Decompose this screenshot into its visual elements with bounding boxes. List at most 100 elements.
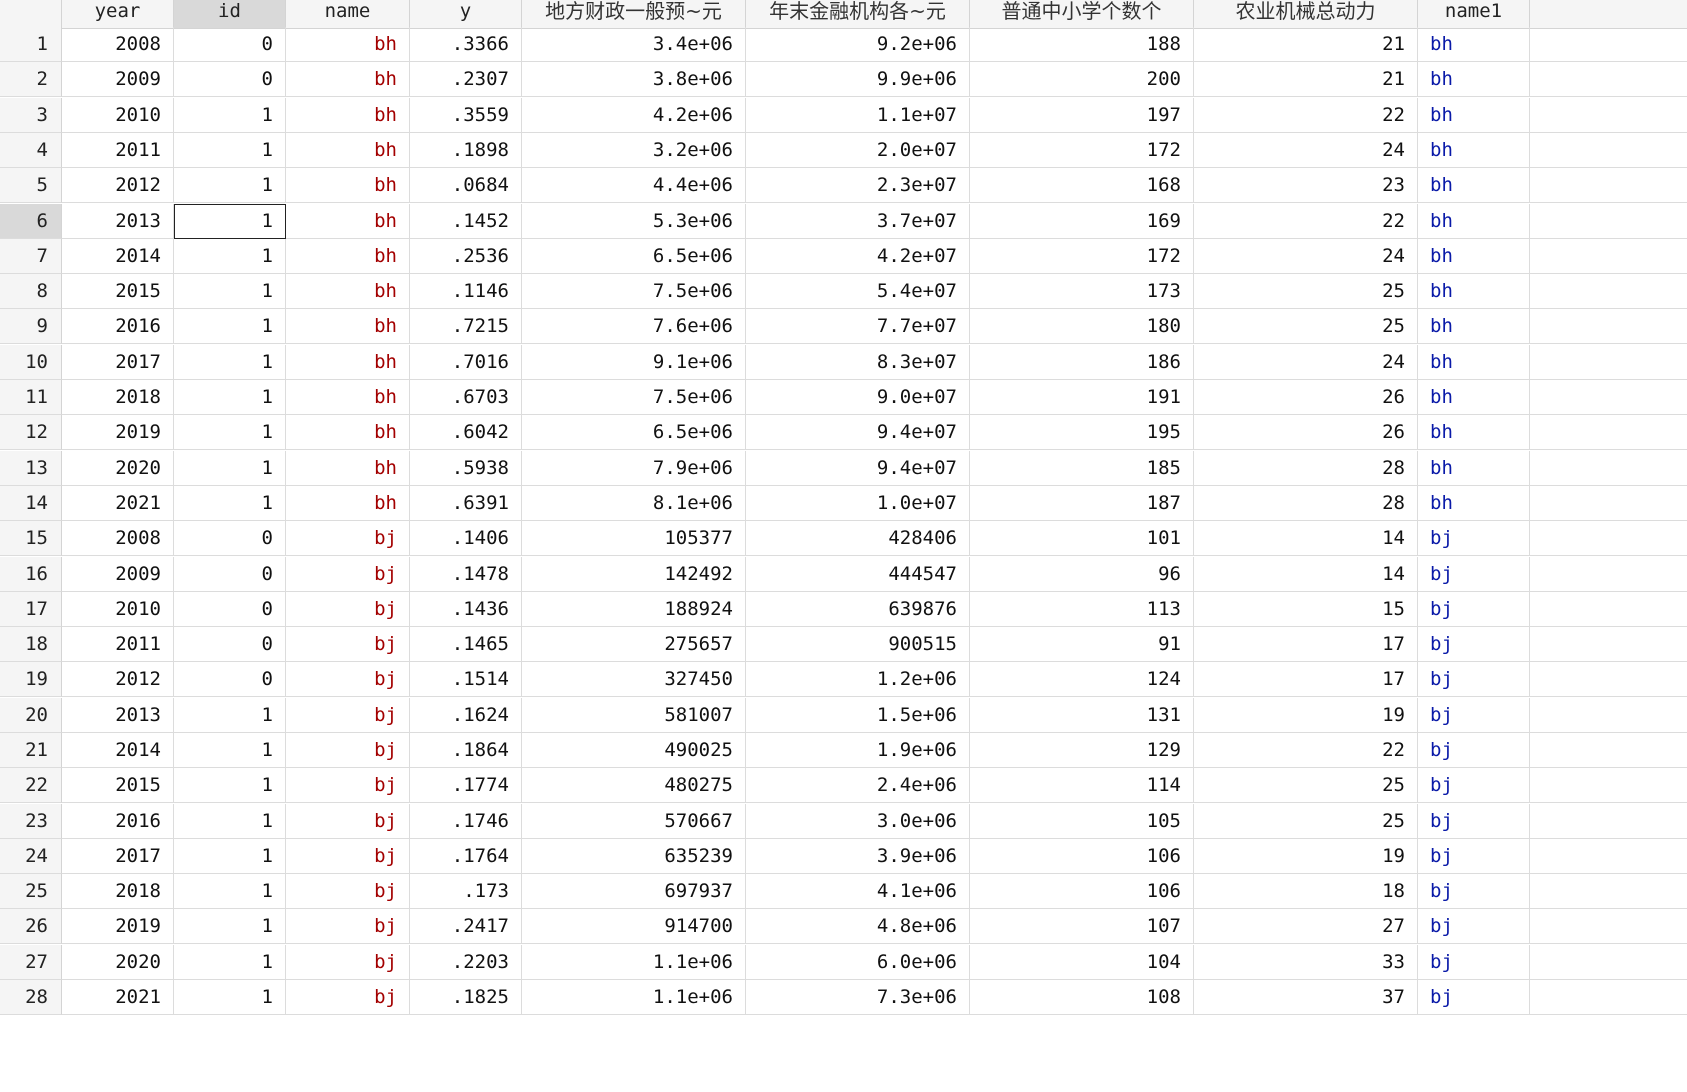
cell-financial-institutions-year-end[interactable]: 444547 <box>746 557 970 592</box>
cell-agri-machinery-power[interactable]: 23 <box>1194 168 1418 203</box>
cell-y[interactable]: .3366 <box>410 27 522 62</box>
cell-name[interactable]: bh <box>286 415 410 450</box>
cell-primary-secondary-schools[interactable]: 172 <box>970 133 1194 168</box>
cell-financial-institutions-year-end[interactable]: 9.2e+06 <box>746 27 970 62</box>
cell-name[interactable]: bj <box>286 557 410 592</box>
cell-id[interactable]: 1 <box>174 874 286 909</box>
cell-name1[interactable]: bj <box>1418 768 1530 803</box>
cell-local-fiscal-budget[interactable]: 275657 <box>522 627 746 662</box>
cell-name1[interactable]: bh <box>1418 486 1530 521</box>
row-number[interactable]: 7 <box>0 239 62 274</box>
cell-primary-secondary-schools[interactable]: 186 <box>970 345 1194 380</box>
cell-primary-secondary-schools[interactable]: 106 <box>970 874 1194 909</box>
cell-name1[interactable]: bh <box>1418 451 1530 486</box>
cell-name1[interactable]: bh <box>1418 62 1530 97</box>
cell-agri-machinery-power[interactable]: 33 <box>1194 945 1418 980</box>
cell-agri-machinery-power[interactable]: 15 <box>1194 592 1418 627</box>
cell-primary-secondary-schools[interactable]: 131 <box>970 698 1194 733</box>
cell-local-fiscal-budget[interactable]: 8.1e+06 <box>522 486 746 521</box>
cell-agri-machinery-power[interactable]: 19 <box>1194 839 1418 874</box>
cell-name1[interactable]: bh <box>1418 415 1530 450</box>
cell-year[interactable]: 2012 <box>62 662 174 697</box>
cell-primary-secondary-schools[interactable]: 107 <box>970 909 1194 944</box>
cell-id[interactable]: 1 <box>174 768 286 803</box>
cell-id[interactable]: 1 <box>174 486 286 521</box>
cell-year[interactable]: 2011 <box>62 133 174 168</box>
cell-financial-institutions-year-end[interactable]: 7.7e+07 <box>746 309 970 344</box>
row-number[interactable]: 24 <box>0 839 62 874</box>
cell-name[interactable]: bj <box>286 909 410 944</box>
cell-name[interactable]: bj <box>286 521 410 556</box>
cell-local-fiscal-budget[interactable]: 6.5e+06 <box>522 415 746 450</box>
cell-financial-institutions-year-end[interactable]: 3.7e+07 <box>746 204 970 239</box>
cell-name[interactable]: bh <box>286 274 410 309</box>
cell-y[interactable]: .1774 <box>410 768 522 803</box>
cell-name[interactable]: bh <box>286 27 410 62</box>
cell-name1[interactable]: bj <box>1418 698 1530 733</box>
row-number[interactable]: 9 <box>0 309 62 344</box>
cell-financial-institutions-year-end[interactable]: 7.3e+06 <box>746 980 970 1015</box>
cell-year[interactable]: 2015 <box>62 274 174 309</box>
cell-financial-institutions-year-end[interactable]: 2.0e+07 <box>746 133 970 168</box>
cell-id[interactable]: 0 <box>174 62 286 97</box>
cell-name[interactable]: bj <box>286 839 410 874</box>
data-editor-grid[interactable]: year id name y 地方财政一般预~元 年末金融机构各~元 普通中小学个数个 农业机… <box>0 0 1687 1092</box>
cell-year[interactable]: 2013 <box>62 698 174 733</box>
cell-y[interactable]: .6042 <box>410 415 522 450</box>
cell-financial-institutions-year-end[interactable]: 9.0e+07 <box>746 380 970 415</box>
cell-agri-machinery-power[interactable]: 25 <box>1194 804 1418 839</box>
cell-y[interactable]: .1746 <box>410 804 522 839</box>
cell-year[interactable]: 2011 <box>62 627 174 662</box>
cell-agri-machinery-power[interactable]: 17 <box>1194 627 1418 662</box>
cell-year[interactable]: 2018 <box>62 874 174 909</box>
cell-primary-secondary-schools[interactable]: 188 <box>970 27 1194 62</box>
cell-local-fiscal-budget[interactable]: 635239 <box>522 839 746 874</box>
cell-y[interactable]: .6391 <box>410 486 522 521</box>
cell-financial-institutions-year-end[interactable]: 1.1e+07 <box>746 98 970 133</box>
cell-id[interactable]: 1 <box>174 980 286 1015</box>
cell-id[interactable]: 1 <box>174 98 286 133</box>
cell-name[interactable]: bj <box>286 698 410 733</box>
cell-year[interactable]: 2013 <box>62 204 174 239</box>
cell-y[interactable]: .1406 <box>410 521 522 556</box>
cell-primary-secondary-schools[interactable]: 197 <box>970 98 1194 133</box>
cell-id[interactable]: 1 <box>174 415 286 450</box>
cell-local-fiscal-budget[interactable]: 142492 <box>522 557 746 592</box>
cell-name1[interactable]: bh <box>1418 168 1530 203</box>
row-number[interactable]: 26 <box>0 909 62 944</box>
cell-id[interactable]: 1 <box>174 839 286 874</box>
cell-name1[interactable]: bj <box>1418 733 1530 768</box>
cell-local-fiscal-budget[interactable]: 3.8e+06 <box>522 62 746 97</box>
row-number[interactable]: 6 <box>0 204 62 239</box>
cell-year[interactable]: 2019 <box>62 909 174 944</box>
cell-id[interactable]: 1 <box>174 274 286 309</box>
cell-financial-institutions-year-end[interactable]: 2.3e+07 <box>746 168 970 203</box>
cell-year[interactable]: 2021 <box>62 980 174 1015</box>
cell-year[interactable]: 2008 <box>62 27 174 62</box>
column-header-agri-machinery-power[interactable]: 农业机械总动力 <box>1194 0 1418 28</box>
cell-y[interactable]: .2536 <box>410 239 522 274</box>
row-number[interactable]: 10 <box>0 345 62 380</box>
cell-agri-machinery-power[interactable]: 22 <box>1194 98 1418 133</box>
row-number[interactable]: 8 <box>0 274 62 309</box>
cell-primary-secondary-schools[interactable]: 129 <box>970 733 1194 768</box>
cell-agri-machinery-power[interactable]: 22 <box>1194 204 1418 239</box>
cell-id[interactable]: 1 <box>174 239 286 274</box>
cell-primary-secondary-schools[interactable]: 169 <box>970 204 1194 239</box>
row-number[interactable]: 5 <box>0 168 62 203</box>
cell-y[interactable]: .2417 <box>410 909 522 944</box>
row-number[interactable]: 11 <box>0 380 62 415</box>
cell-primary-secondary-schools[interactable]: 124 <box>970 662 1194 697</box>
cell-name1[interactable]: bj <box>1418 980 1530 1015</box>
cell-primary-secondary-schools[interactable]: 180 <box>970 309 1194 344</box>
cell-local-fiscal-budget[interactable]: 188924 <box>522 592 746 627</box>
cell-financial-institutions-year-end[interactable]: 1.9e+06 <box>746 733 970 768</box>
cell-name1[interactable]: bj <box>1418 839 1530 874</box>
row-number[interactable]: 14 <box>0 486 62 521</box>
cell-financial-institutions-year-end[interactable]: 8.3e+07 <box>746 345 970 380</box>
cell-agri-machinery-power[interactable]: 24 <box>1194 345 1418 380</box>
cell-y[interactable]: .2203 <box>410 945 522 980</box>
cell-id[interactable]: 1 <box>174 451 286 486</box>
cell-name[interactable]: bh <box>286 133 410 168</box>
cell-id[interactable]: 0 <box>174 592 286 627</box>
